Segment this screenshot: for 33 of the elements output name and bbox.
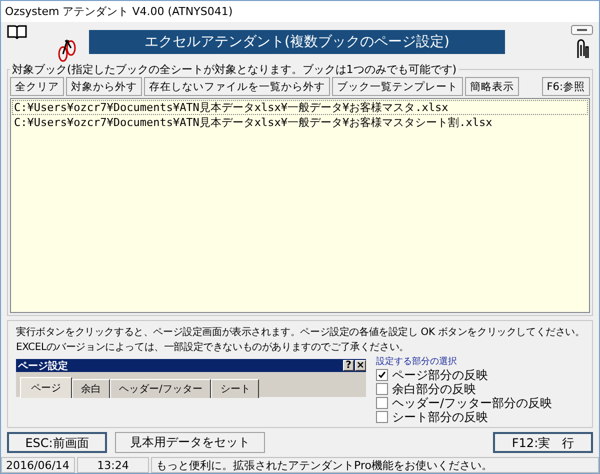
checkbox-label: シート部分の反映	[392, 410, 488, 424]
group-label: 対象ブック(指定したブックの全シートが対象となります。ブックは1つのみでも可能です)	[11, 62, 458, 77]
info-text: EXCELのバージョンによっては、一部設定できないものがありますのでご了承ください。	[16, 340, 410, 355]
back-button[interactable]: ESC:前画面	[7, 432, 107, 453]
paper-clip-icon[interactable]	[575, 39, 589, 59]
browse-button[interactable]: F6:参照	[542, 77, 590, 96]
options-title: 設定する部分の選択	[376, 356, 458, 368]
toolbar-button[interactable]: 全クリア	[10, 77, 64, 96]
run-button[interactable]: F12:実 行	[493, 432, 593, 453]
toolbar-button[interactable]: 簡略表示	[465, 77, 519, 96]
toolbar-button[interactable]: 存在しないファイルを一覧から外す	[144, 77, 330, 96]
banner-title: エクセルアテンダント(複数ブックのページ設定)	[89, 30, 505, 54]
file-path[interactable]: C:¥Users¥ozcr7¥Documents¥ATN見本データxlsx¥一般データ¥お客様マスタシート割.xlsx	[12, 115, 588, 130]
book-icon[interactable]	[7, 24, 27, 40]
file-path[interactable]: C:¥Users¥ozcr7¥Documents¥ATN見本データxlsx¥一般データ¥お客様マスタ.xlsx	[12, 100, 588, 115]
dialog-title: ページ設定	[18, 359, 68, 372]
minimize-icon[interactable]	[571, 25, 593, 35]
checkbox-label: 余白部分の反映	[392, 382, 476, 396]
toolbar-button[interactable]: ブック一覧テンプレート	[332, 77, 463, 96]
sample-data-button[interactable]: 見本用データをセット	[115, 432, 265, 453]
checkbox-label: ヘッダー/フッター部分の反映	[392, 396, 552, 410]
window-title: Ozsystem アテンダント V4.00 (ATNYS041)	[1, 1, 599, 22]
status-time: 13:24	[77, 457, 149, 473]
checkbox[interactable]	[376, 383, 388, 395]
checkbox[interactable]	[376, 369, 388, 381]
status-message: もっと便利に。拡張されたアテンダントPro機能をお使いください。	[151, 457, 599, 473]
file-list[interactable]: C:¥Users¥ozcr7¥Documents¥ATN見本データxlsx¥一般データ¥お客様マスタ.xlsx C:¥Users¥ozcr7¥Documents¥ATN見本データxlsx¥一般データ¥お客様マスタシート割.xlsx	[10, 98, 590, 313]
checkbox-label: ページ部分の反映	[392, 368, 488, 382]
toolbar-button[interactable]: 対象から外す	[66, 77, 142, 96]
checkbox[interactable]	[376, 411, 388, 423]
info-text: 実行ボタンをクリックすると、ページ設定画面が表示されます。ページ設定の各値を設定し OK ボタンをクリックしてください。	[16, 326, 584, 340]
status-date: 2016/06/14	[1, 457, 75, 473]
checkbox[interactable]	[376, 397, 388, 409]
